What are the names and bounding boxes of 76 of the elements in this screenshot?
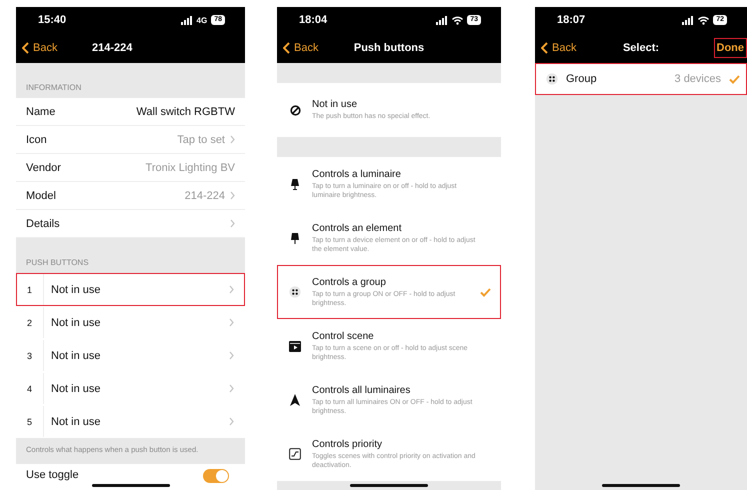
toggle-label: Use toggle	[26, 469, 79, 481]
chevron-icon	[229, 285, 234, 294]
row-label: Group	[566, 73, 598, 85]
row-label: Model	[26, 190, 56, 202]
row-number: 5	[27, 406, 44, 437]
back-chevron-icon	[283, 42, 290, 54]
row-number: 1	[27, 274, 44, 305]
row-value: Tronix Lighting BV	[146, 162, 235, 174]
push-button-row[interactable]: 1 Not in use	[16, 273, 245, 306]
group-icon	[546, 73, 558, 85]
push-button-row[interactable]: 3 Not in use	[16, 339, 245, 372]
status-time: 18:04	[299, 14, 328, 26]
row-label: Details	[26, 218, 60, 230]
status-time: 15:40	[38, 14, 66, 26]
signal-icon	[682, 16, 694, 24]
group-icon	[289, 286, 301, 298]
group-row[interactable]: Group 3 devices	[535, 63, 747, 95]
info-row[interactable]: Model 214-224	[16, 182, 245, 210]
row-value: Wall switch RGBTW	[136, 106, 235, 118]
done-button[interactable]: Done	[714, 38, 747, 58]
network-type: 4G	[196, 16, 208, 24]
row-label: Not in use	[51, 350, 102, 362]
screen-title: 214-224	[92, 42, 132, 54]
info-row[interactable]: Details	[16, 210, 245, 238]
row-label: Icon	[26, 134, 47, 146]
scene-icon	[289, 340, 301, 352]
screen-title: Select:	[622, 42, 660, 54]
row-number: 2	[27, 307, 44, 338]
row-label: Not in use	[51, 284, 102, 296]
lamp-icon	[291, 178, 299, 190]
section-header: PUSH BUTTONS	[25, 257, 90, 269]
chevron-icon	[229, 351, 234, 360]
lamp-icon	[291, 232, 299, 244]
signal-icon	[436, 16, 448, 24]
push-button-row[interactable]: 2 Not in use	[16, 306, 245, 339]
info-row[interactable]: Icon Tap to set	[16, 126, 245, 154]
back-button[interactable]: Back	[277, 42, 318, 54]
priority-icon	[289, 448, 301, 460]
back-chevron-icon	[22, 42, 29, 54]
back-button[interactable]: Back	[16, 42, 58, 54]
push-button-row[interactable]: 4 Not in use	[16, 372, 245, 405]
row-label: Not in use	[51, 316, 102, 328]
option-title: Controls a group	[312, 276, 387, 288]
signal-icon	[180, 16, 193, 24]
section-header: INFORMATION	[25, 82, 82, 94]
option-title: Controls priority	[312, 438, 384, 450]
back-button[interactable]: Back	[535, 42, 576, 54]
arrow-icon	[290, 394, 300, 406]
row-label: Not in use	[51, 416, 102, 428]
option-title: Controls a luminaire	[312, 168, 402, 180]
row-value: Tap to set	[177, 134, 225, 146]
chevron-icon	[230, 135, 235, 144]
wifi-icon	[698, 16, 710, 24]
screen-title: Push buttons	[354, 42, 424, 54]
option-title: Controls all luminaires	[312, 384, 412, 396]
row-value: 214-224	[184, 190, 225, 202]
row-number: 4	[27, 373, 44, 404]
row-detail: 3 devices	[674, 73, 721, 85]
row-label: Vendor	[26, 162, 61, 174]
toggle-switch[interactable]	[203, 469, 229, 483]
wifi-icon	[452, 16, 464, 24]
row-label: Not in use	[51, 382, 102, 394]
chevron-icon	[230, 219, 235, 228]
chevron-icon	[229, 417, 234, 426]
option-title: Not in use	[312, 99, 358, 110]
chevron-icon	[230, 191, 235, 200]
option-title: Control scene	[312, 330, 375, 342]
row-number: 3	[27, 340, 44, 371]
chevron-icon	[229, 384, 234, 393]
row-label: Name	[26, 106, 56, 118]
option-title: Controls an element	[312, 222, 402, 234]
chevron-icon	[229, 318, 234, 327]
prohibited-icon	[290, 104, 300, 116]
push-button-row[interactable]: 5 Not in use	[16, 405, 245, 438]
status-time: 18:07	[557, 14, 586, 26]
back-chevron-icon	[541, 42, 548, 54]
